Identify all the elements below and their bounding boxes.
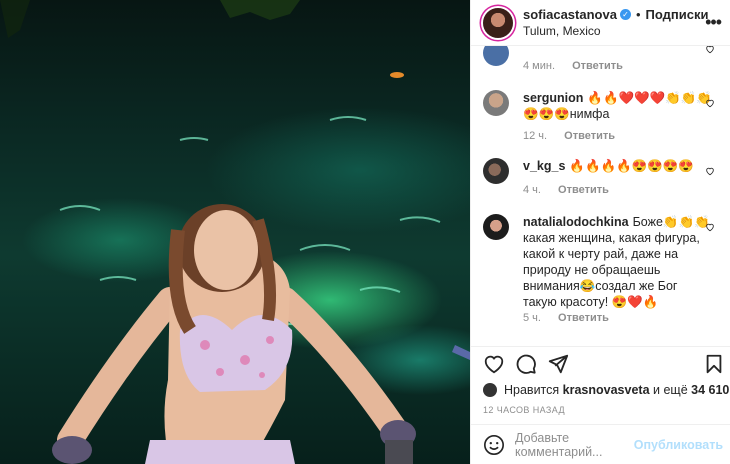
like-comment-heart-icon[interactable] [705, 222, 715, 232]
post-sidebar: sofiacastanova ✓ • Подписки Tulum, Mexic… [470, 0, 730, 464]
post-header: sofiacastanova ✓ • Подписки Tulum, Mexic… [471, 0, 730, 46]
more-options-icon[interactable]: ••• [705, 12, 722, 33]
header-separator: • [635, 6, 641, 22]
add-comment-bar: Добавьте комментарий... Опубликовать [471, 424, 730, 464]
like-comment-heart-icon[interactable] [705, 46, 715, 54]
author-avatar[interactable] [483, 7, 513, 38]
post-photo[interactable] [0, 0, 470, 464]
comment-text: Боже👏👏👏 какая женщина, какая фигура, как… [523, 215, 710, 309]
publish-button[interactable]: Опубликовать [634, 438, 723, 452]
post-date[interactable]: 12 ЧАСОВ НАЗАД [483, 405, 565, 415]
likes-count[interactable]: 34 610 [691, 383, 729, 397]
comment-username[interactable]: sergunion [523, 91, 583, 105]
post-actions-bar [471, 346, 730, 380]
comment-time: 5 ч. [523, 312, 541, 324]
comment-avatar[interactable] [483, 158, 509, 184]
like-comment-heart-icon[interactable] [705, 166, 715, 176]
liker-avatar[interactable] [483, 383, 497, 397]
photo-illustration [0, 0, 470, 464]
emoji-smiley-icon[interactable] [483, 434, 505, 456]
reply-button[interactable]: Ответить [558, 312, 609, 324]
comment-avatar[interactable] [483, 46, 509, 66]
post-location[interactable]: Tulum, Mexico [523, 23, 708, 39]
save-bookmark-icon[interactable] [703, 353, 725, 375]
comment-time: 12 ч. [523, 130, 548, 142]
comment-avatar[interactable] [483, 90, 509, 116]
following-button[interactable]: Подписки [646, 7, 709, 23]
comment-time: 4 мин. [523, 60, 556, 72]
comment-input[interactable]: Добавьте комментарий... [515, 431, 634, 459]
comment-avatar[interactable] [483, 214, 509, 240]
author-username[interactable]: sofiacastanova [523, 7, 617, 23]
likes-summary: Нравится krasnovasveta и ещё 34 610 [483, 380, 729, 400]
verified-badge-icon: ✓ [619, 9, 631, 20]
comment-username[interactable]: v_kg_s [523, 159, 565, 173]
comment-bubble-icon[interactable] [515, 353, 537, 375]
likes-prefix: Нравится [504, 383, 560, 397]
comments-list[interactable]: 4 мин. Ответить sergunion 🔥🔥❤️❤️❤️👏👏👏😍😍😍н… [471, 46, 730, 346]
reply-button[interactable]: Ответить [564, 130, 615, 142]
likes-middle: и ещё [653, 383, 688, 397]
like-comment-heart-icon[interactable] [705, 98, 715, 108]
comment-time: 4 ч. [523, 184, 541, 196]
comment-text: 🔥🔥🔥🔥😍😍😍😍 [569, 159, 694, 173]
like-heart-icon[interactable] [483, 353, 505, 375]
comment-username[interactable]: natalialodochkina [523, 215, 629, 229]
reply-button[interactable]: Ответить [558, 184, 609, 196]
liker-username[interactable]: krasnovasveta [563, 383, 650, 397]
share-send-icon[interactable] [547, 353, 569, 375]
reply-button[interactable]: Ответить [572, 60, 623, 72]
